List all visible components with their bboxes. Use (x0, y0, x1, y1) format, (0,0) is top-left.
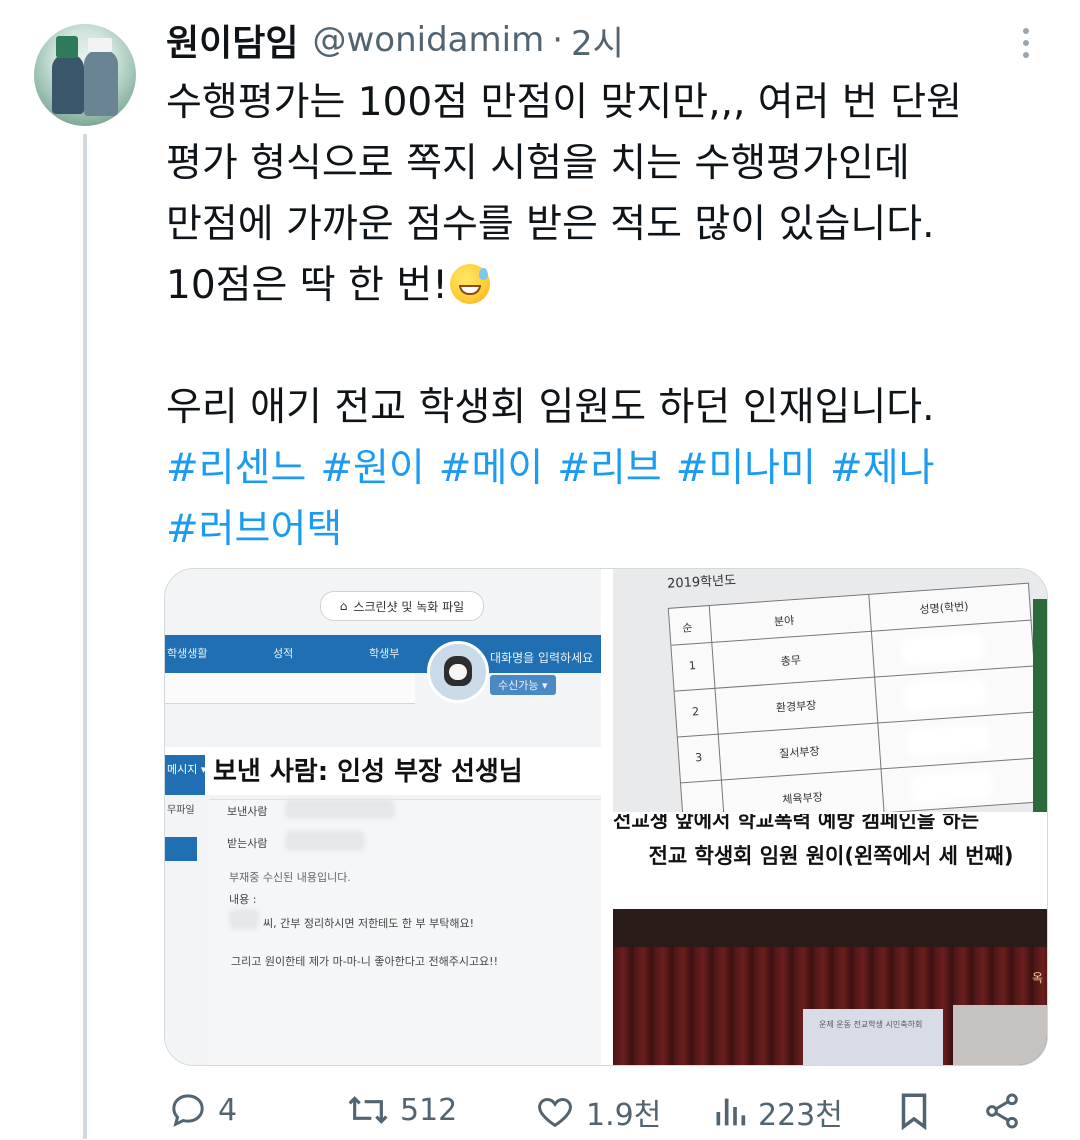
action-bar: 4 512 1.9천 223천 (0, 1090, 1080, 1140)
blurred-name (907, 724, 990, 757)
penguin-mascot-icon (427, 641, 489, 703)
stage-screen (803, 1009, 943, 1065)
table-title: 2019학년도 (666, 573, 737, 592)
hashtag-link[interactable]: #리브 (557, 446, 661, 491)
blurred-name (911, 770, 993, 803)
message-panel (209, 799, 601, 1065)
tweet-line-2: 평가 형식으로 쪽지 시험을 치는 수행평가인데 (166, 141, 910, 186)
nav-tab: 학생생활 (167, 647, 208, 660)
side-menu-2 (165, 837, 197, 861)
blurred-name (229, 909, 259, 929)
side-menu-label: 메시지 ▾ (167, 763, 207, 776)
col-header: 순 (681, 621, 693, 635)
content-label: 내용 : (229, 893, 257, 906)
cut-caption: 전교생 앞에서 학교폭력 예방 캠페인을 하는 (613, 814, 980, 832)
bookmark-button[interactable] (896, 1090, 932, 1132)
screen-text: 운제 운동 전교학생 시민축하회 (819, 1020, 923, 1029)
to-label: 받는사람 (227, 837, 268, 850)
hashtags-line-1: #리센느 #원이 #메이 #리브 #미나미 #제나 (166, 438, 1066, 499)
avatar-sign-2 (88, 38, 112, 52)
hashtag-link[interactable]: #러브어택 (166, 507, 342, 552)
hashtags-line-2: #러브어택 (166, 499, 1066, 560)
blurred-name (904, 678, 987, 711)
analytics-icon (716, 1098, 746, 1126)
retweet-icon (348, 1096, 388, 1124)
green-edge (1033, 599, 1047, 812)
avatar-person-left (52, 54, 84, 114)
display-name[interactable]: 원이담임 (166, 14, 298, 66)
message-line-2: 그리고 원이한테 제가 마-마-니 좋아한다고 전해주시고요!! (231, 955, 498, 968)
nav-tab: 학생부 (369, 647, 400, 660)
stage-scene: 옥 운제 운동 전교학생 시민축하회 (613, 909, 1047, 1065)
media-grid: ⌂ 스크린샷 및 녹화 파일 학생생활 성적 학생부 대화명을 입력하세요 수신… (164, 568, 1048, 1066)
like-count: 1.9천 (586, 1098, 662, 1133)
sender-overlay-text: 보낸 사람: 인성 부장 선생님 (213, 757, 523, 787)
avatar-person-right (84, 50, 118, 116)
sweat-smile-emoji-icon (449, 264, 490, 304)
avatar[interactable] (34, 24, 136, 126)
blurred-recipient (285, 831, 365, 851)
tweet-text: 수행평가는 100점 만점이 맞지만,,, 여러 번 단원 평가 형식으로 쪽지… (166, 72, 1066, 560)
blurred-sender (285, 799, 395, 819)
share-button[interactable] (982, 1090, 1022, 1132)
avatar-sign (56, 36, 78, 58)
thread-line (83, 134, 87, 1139)
photo-caption: 전교 학생회 임원 원이(왼쪽에서 세 번째) (648, 844, 1014, 868)
status-badge: 수신가능 ▾ (490, 675, 556, 695)
like-button[interactable]: 1.9천 (534, 1090, 661, 1134)
bookmark-icon (901, 1093, 927, 1131)
tweet-line-1: 수행평가는 100점 만점이 맞지만,,, 여러 번 단원 (166, 80, 962, 125)
messenger-subbar (165, 673, 415, 704)
separator-dot: · (552, 20, 564, 60)
hashtag-link[interactable]: #원이 (320, 446, 424, 491)
col-header: 성명(학번) (919, 599, 969, 617)
row-num: 3 (694, 750, 703, 765)
tweet-line-3: 만점에 가까운 점수를 받은 적도 많이 있습니다. (166, 202, 935, 247)
col-header: 분야 (773, 614, 795, 629)
row-num: 2 (691, 704, 700, 719)
nav-tab: 성적 (273, 647, 294, 660)
media-image-messenger-screenshot[interactable]: ⌂ 스크린샷 및 녹화 파일 학생생활 성적 학생부 대화명을 입력하세요 수신… (165, 569, 601, 1065)
tweet-line-4-text: 10점은 딱 한 번! (166, 263, 448, 308)
user-handle[interactable]: @wonidamim (312, 20, 544, 60)
retweet-button[interactable]: 512 (346, 1090, 457, 1130)
from-label: 보낸사람 (227, 805, 268, 818)
reply-button[interactable]: 4 (168, 1090, 237, 1130)
tag-icon: ⌂ (339, 599, 348, 613)
retweet-count: 512 (400, 1092, 458, 1128)
heart-icon (538, 1097, 572, 1128)
tweet-header: 원이담임 @wonidamim · 2시 (166, 16, 624, 65)
name-placeholder: 대화명을 입력하세요 (490, 651, 594, 665)
stage-screen-2 (953, 1005, 1047, 1065)
officer-table: 순 분야 성명(학번) 1 총무 2 환경부장 3 질서부장 체육부장 (667, 582, 1045, 812)
share-icon (986, 1093, 1018, 1129)
more-options-icon[interactable] (1016, 24, 1036, 64)
row-dept: 총무 (780, 653, 802, 669)
screenshot-chip-label: 스크린샷 및 녹화 파일 (353, 599, 465, 614)
tweet-line-4: 10점은 딱 한 번! (166, 255, 1066, 316)
hashtag-link[interactable]: #제나 (830, 446, 934, 491)
row-dept: 환경부장 (775, 698, 817, 715)
reply-icon (172, 1094, 204, 1127)
row-num: 1 (688, 659, 697, 673)
hashtag-link[interactable]: #리센느 (166, 446, 306, 491)
message-line-1: 씨, 간부 정리하시면 저한테도 한 부 부탁해요! (263, 917, 475, 930)
views-button[interactable]: 223천 (712, 1090, 843, 1134)
media-image-officer-table[interactable]: 2019학년도 순 분야 성명(학번) 1 총무 2 환경부장 3 질서부장 체… (613, 569, 1047, 812)
views-count: 223천 (758, 1098, 843, 1133)
reply-count: 4 (218, 1092, 238, 1128)
tweet-line-5: 우리 애기 전교 학생회 임원도 하던 인재입니다. (166, 385, 935, 430)
screenshot-chip: ⌂ 스크린샷 및 녹화 파일 (320, 591, 484, 621)
stage-label: 옥 (1031, 971, 1043, 985)
row-dept: 체육부장 (781, 790, 824, 807)
hashtag-link[interactable]: #미나미 (676, 446, 816, 491)
timestamp[interactable]: 2시 (571, 16, 624, 65)
media-image-stage-photo[interactable]: 전교생 앞에서 학교폭력 예방 캠페인을 하는 전교 학생회 임원 원이(왼쪽에… (613, 814, 1047, 1065)
side-label-2: 무파일 (167, 805, 195, 816)
absence-note: 부재중 수신된 내용입니다. (229, 871, 351, 884)
row-dept: 질서부장 (778, 744, 821, 761)
blurred-name (901, 633, 984, 665)
hashtag-link[interactable]: #메이 (439, 446, 543, 491)
stage-valance (613, 909, 1047, 949)
